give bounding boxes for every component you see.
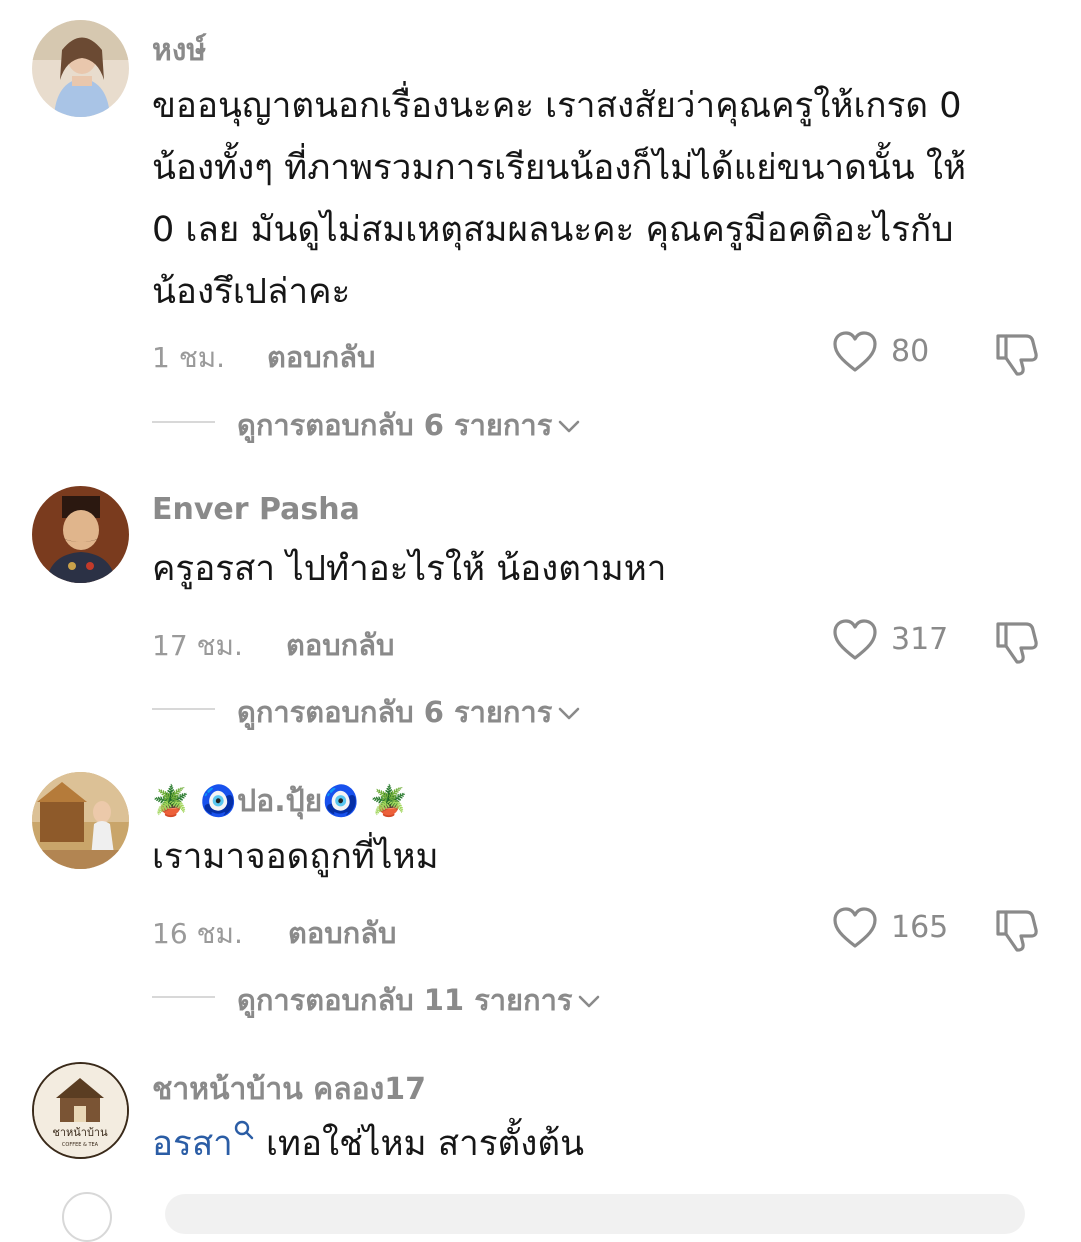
like-count: 165 bbox=[891, 910, 949, 945]
reply-button[interactable]: ตอบกลับ bbox=[288, 910, 396, 956]
chevron-down-icon bbox=[558, 707, 580, 720]
avatar[interactable] bbox=[32, 486, 129, 583]
divider bbox=[152, 708, 215, 710]
view-replies-link[interactable]: ดูการตอบกลับ 6 รายการ bbox=[237, 689, 580, 735]
view-replies-label: ดูการตอบกลับ 6 รายการ bbox=[237, 695, 553, 729]
comment-body-line: เรามาจอดถูกที่ไหม bbox=[152, 837, 439, 877]
comment-body: ขออนุญาตนอกเรื่องนะคะ เราสงสัยว่าคุณครูใ… bbox=[152, 75, 1032, 323]
thumbs-down-icon[interactable] bbox=[992, 330, 1040, 378]
avatar-logo-subtext: COFFEE & TEA bbox=[62, 1142, 99, 1148]
comment-body: อรสา เทอใช่ไหม สารตั้งต้น bbox=[152, 1113, 1032, 1175]
divider bbox=[152, 996, 215, 998]
avatar[interactable]: ชาหน้าบ้าน COFFEE & TEA bbox=[32, 1062, 129, 1159]
mention-link[interactable]: อรสา bbox=[152, 1120, 255, 1164]
reply-button[interactable]: ตอบกลับ bbox=[267, 334, 375, 380]
comment-body-line: น้องทั้งๆ ที่ภาพรวมการเรียนน้องก็ไม่ได้แ… bbox=[152, 148, 967, 188]
comment-actions: 1 ชม. ตอบกลับ 80 bbox=[0, 330, 1081, 376]
mention-label: อรสา bbox=[152, 1124, 233, 1164]
chevron-down-icon bbox=[579, 995, 600, 1008]
view-replies[interactable]: ดูการตอบกลับ 11 รายการ bbox=[0, 977, 1081, 1017]
reply-button[interactable]: ตอบกลับ bbox=[286, 622, 394, 668]
comment-input-bar bbox=[0, 1172, 1081, 1242]
view-replies[interactable]: ดูการตอบกลับ 6 รายการ bbox=[0, 402, 1081, 442]
comment-username[interactable]: 🪴 🧿ปอ.ปุ้ย🧿 🪴 bbox=[152, 778, 407, 825]
comment-body-line: ขออนุญาตนอกเรื่องนะคะ เราสงสัยว่าคุณครูใ… bbox=[152, 86, 962, 126]
heart-icon[interactable] bbox=[832, 618, 878, 662]
comment-body-line: น้องรึเปล่าคะ bbox=[152, 272, 351, 312]
comment-body: ครูอรสา ไปทำอะไรให้ น้องตามหา bbox=[152, 538, 1032, 600]
thumbs-down-icon[interactable] bbox=[992, 618, 1040, 666]
heart-icon[interactable] bbox=[832, 906, 878, 950]
view-replies[interactable]: ดูการตอบกลับ 6 รายการ bbox=[0, 689, 1081, 729]
comment-username[interactable]: หงษ์ bbox=[152, 27, 206, 74]
search-icon bbox=[234, 1120, 254, 1140]
thumbs-down-icon[interactable] bbox=[992, 906, 1040, 954]
view-replies-label: ดูการตอบกลับ 6 รายการ bbox=[237, 408, 553, 442]
avatar[interactable] bbox=[32, 20, 129, 117]
comment-username[interactable]: ชาหน้าบ้าน คลอง17 bbox=[152, 1066, 426, 1113]
avatar-logo-text: ชาหน้าบ้าน bbox=[52, 1126, 108, 1139]
avatar[interactable] bbox=[32, 772, 129, 869]
comment-time: 17 ชม. bbox=[152, 629, 243, 662]
comment-body-text: เทอใช่ไหม สารตั้งต้น bbox=[254, 1124, 585, 1164]
comment-actions: 16 ชม. ตอบกลับ 165 bbox=[0, 906, 1081, 952]
comment-username[interactable]: Enver Pasha bbox=[152, 492, 360, 527]
view-replies-link[interactable]: ดูการตอบกลับ 11 รายการ bbox=[237, 977, 600, 1023]
view-replies-label: ดูการตอบกลับ 11 รายการ bbox=[237, 983, 573, 1017]
comment-body-line: ครูอรสา ไปทำอะไรให้ น้องตามหา bbox=[152, 549, 667, 589]
comment-time: 1 ชม. bbox=[152, 341, 226, 374]
like-count: 317 bbox=[891, 622, 949, 657]
comment-time: 16 ชม. bbox=[152, 917, 243, 950]
comment-body-line: 0 เลย มันดูไม่สมเหตุสมผลนะคะ คุณครูมีอคต… bbox=[152, 210, 954, 250]
heart-icon[interactable] bbox=[832, 330, 878, 374]
comment-actions: 17 ชม. ตอบกลับ 317 bbox=[0, 618, 1081, 664]
comment-input[interactable] bbox=[165, 1194, 1025, 1234]
divider bbox=[152, 421, 215, 423]
comment-body: เรามาจอดถูกที่ไหม bbox=[152, 826, 1032, 888]
like-count: 80 bbox=[891, 334, 930, 369]
chevron-down-icon bbox=[558, 420, 580, 433]
view-replies-link[interactable]: ดูการตอบกลับ 6 รายการ bbox=[237, 402, 580, 448]
